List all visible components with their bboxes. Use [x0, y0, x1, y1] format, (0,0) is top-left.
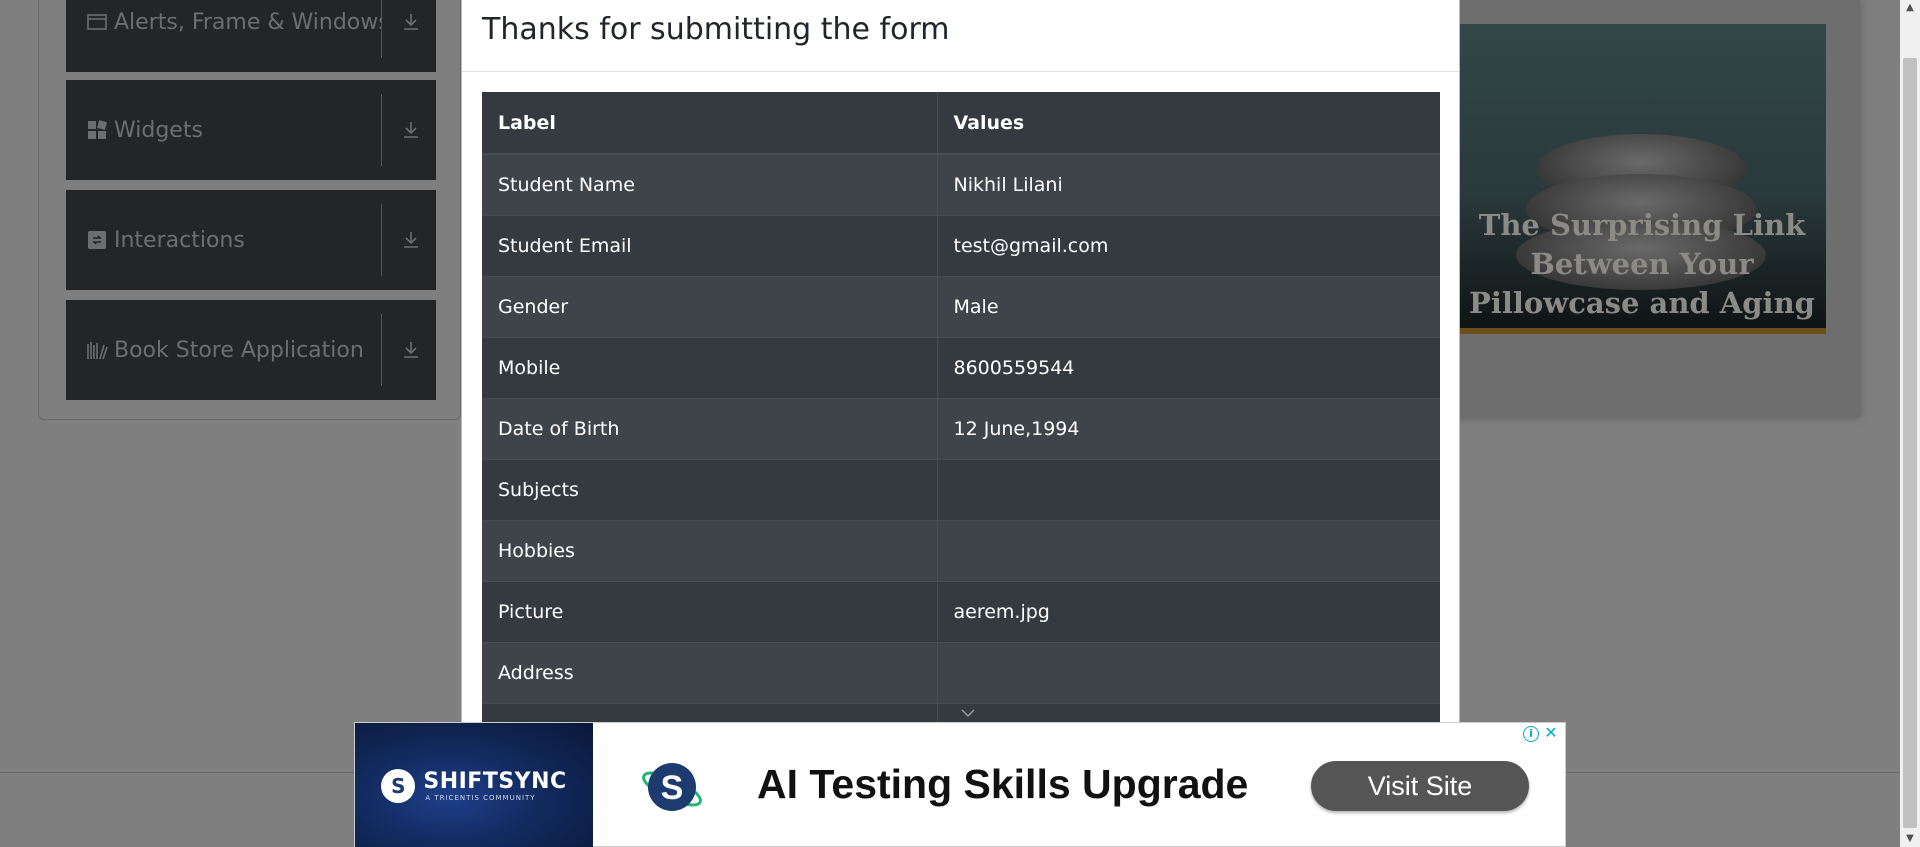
row-label: Gender: [482, 275, 938, 337]
table-header-row: Label Values: [482, 92, 1440, 155]
row-label: Mobile: [482, 336, 938, 398]
table-row: Address: [482, 641, 1440, 703]
row-label: Date of Birth: [482, 397, 938, 459]
row-label: Student Email: [482, 214, 938, 276]
group-label: Interactions: [114, 227, 245, 253]
scroll-up-icon[interactable]: ▲: [1900, 0, 1920, 16]
divider: [381, 0, 382, 58]
vertical-scrollbar[interactable]: ▲ ▼: [1900, 0, 1920, 847]
books-icon: [86, 339, 108, 361]
header-label: Label: [482, 92, 938, 155]
adchoices-icon[interactable]: i: [1523, 726, 1539, 742]
row-value: 12 June,1994: [937, 397, 1440, 459]
table-row: Gender Male: [482, 275, 1440, 337]
ad-brand-name: SHIFTSYNC: [423, 769, 567, 794]
window-icon: [86, 11, 108, 33]
modal-header: Thanks for submitting the form: [462, 0, 1459, 72]
side-ad-text: The Surprising Link Between Your Pillowc…: [1469, 208, 1815, 320]
widgets-icon: [86, 119, 108, 141]
group-book-store-application[interactable]: Book Store Application: [66, 300, 436, 400]
left-panel: Alerts, Frame & Windows Widgets Interact…: [38, 0, 461, 420]
row-value: 8600559544: [937, 336, 1440, 398]
table-row: Picture aerem.jpg: [482, 580, 1440, 642]
row-value: test@gmail.com: [937, 214, 1440, 276]
ad-headline: AI Testing Skills Upgrade: [757, 761, 1249, 807]
group-label: Alerts, Frame & Windows: [114, 9, 381, 35]
table-row: Student Email test@gmail.com: [482, 214, 1440, 276]
side-ad-image[interactable]: The Surprising Link Between Your Pillowc…: [1458, 24, 1826, 334]
group-interactions[interactable]: Interactions: [66, 190, 436, 290]
bottom-ad-banner[interactable]: S SHIFTSYNC A TRICENTIS COMMUNITY S AI T…: [354, 722, 1566, 847]
divider: [381, 204, 382, 276]
row-value: aerem.jpg: [937, 580, 1440, 642]
row-value: Nikhil Lilani: [937, 153, 1440, 215]
ad-brand-subtitle: A TRICENTIS COMMUNITY: [425, 794, 536, 802]
group-label: Widgets: [114, 117, 203, 143]
row-value: [937, 641, 1440, 703]
download-icon[interactable]: [400, 339, 422, 361]
group-alerts-frame-windows[interactable]: Alerts, Frame & Windows: [66, 0, 436, 72]
scrollbar-thumb[interactable]: [1903, 58, 1917, 828]
interactions-icon: [86, 229, 108, 251]
row-label: Address: [482, 641, 938, 703]
row-value: Male: [937, 275, 1440, 337]
group-widgets[interactable]: Widgets: [66, 80, 436, 180]
bottom-ad-brand-panel[interactable]: S SHIFTSYNC A TRICENTIS COMMUNITY: [355, 723, 593, 847]
shiftsync-logo-icon: S: [381, 768, 416, 803]
close-icon[interactable]: ✕: [1543, 725, 1559, 741]
row-label: Hobbies: [482, 519, 938, 581]
table-row: Student Name Nikhil Lilani: [482, 153, 1440, 215]
download-icon[interactable]: [400, 11, 422, 33]
results-table: Label Values Student Name Nikhil Lilani S…: [482, 92, 1440, 722]
row-value: [937, 519, 1440, 581]
scroll-down-icon[interactable]: ▼: [1900, 831, 1920, 847]
download-icon[interactable]: [400, 229, 422, 251]
side-ad[interactable]: The Surprising Link Between Your Pillowc…: [1440, 0, 1860, 418]
divider: [381, 94, 382, 166]
table-row: Hobbies: [482, 519, 1440, 581]
row-label: Student Name: [482, 153, 938, 215]
svg-text:S: S: [661, 769, 684, 807]
divider: [381, 314, 382, 386]
row-value: [937, 458, 1440, 520]
table-row: Subjects: [482, 458, 1440, 520]
table-row: Mobile 8600559544: [482, 336, 1440, 398]
table-row: Date of Birth 12 June,1994: [482, 397, 1440, 459]
row-label: Picture: [482, 580, 938, 642]
modal-title: Thanks for submitting the form: [482, 12, 950, 47]
submission-modal: Thanks for submitting the form Label Val…: [461, 0, 1460, 847]
header-values: Values: [937, 92, 1440, 155]
results-table-wrapper[interactable]: Label Values Student Name Nikhil Lilani S…: [482, 92, 1440, 722]
download-icon[interactable]: [400, 119, 422, 141]
chevron-down-icon: [960, 704, 976, 717]
group-label: Book Store Application: [114, 337, 364, 363]
shiftsync-s-icon: S: [639, 757, 705, 817]
visit-site-button[interactable]: Visit Site: [1311, 761, 1529, 811]
row-label: Subjects: [482, 458, 938, 520]
